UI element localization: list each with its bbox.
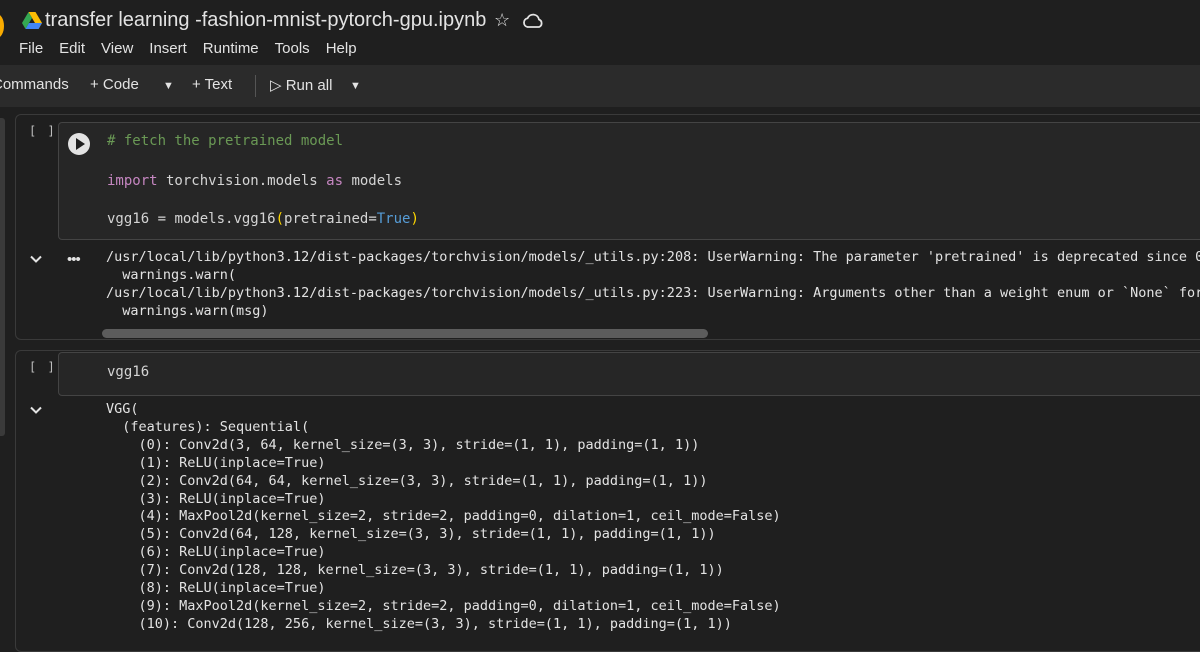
code-editor[interactable]: [58, 352, 1200, 396]
notebook-title[interactable]: transfer learning -fashion-mnist-pytorch…: [45, 9, 486, 32]
code-line-comment: # fetch the pretrained model: [107, 133, 344, 149]
menu-bar: File Edit View Insert Runtime Tools Help: [19, 40, 373, 57]
menu-tools[interactable]: Tools: [275, 40, 310, 57]
run-cell-button[interactable]: [68, 133, 90, 155]
code-line-assign: vgg16 = models.vgg16(pretrained=True): [107, 211, 419, 227]
output-line: VGG(: [106, 401, 139, 417]
menu-edit[interactable]: Edit: [59, 40, 85, 57]
output-line: (5): Conv2d(64, 128, kernel_size=(3, 3),…: [106, 526, 716, 543]
star-outline-icon[interactable]: ☆: [494, 10, 510, 31]
execution-count: [ ]: [29, 124, 57, 138]
output-line: warnings.warn(: [106, 267, 237, 283]
collapse-output-chevron-icon[interactable]: [29, 403, 43, 417]
output-line: (0): Conv2d(3, 64, kernel_size=(3, 3), s…: [106, 436, 700, 453]
execution-count: [ ]: [29, 360, 57, 374]
menu-view[interactable]: View: [101, 40, 133, 57]
commands-button[interactable]: Commands: [0, 76, 69, 93]
code-dropdown-chevron-icon[interactable]: ▼: [163, 80, 174, 92]
output-line: (6): ReLU(inplace=True): [106, 544, 326, 561]
output-line: (2): Conv2d(64, 64, kernel_size=(3, 3), …: [106, 472, 708, 489]
toolbar-divider: [255, 75, 256, 97]
menu-file[interactable]: File: [19, 40, 43, 57]
colab-logo[interactable]: [0, 14, 4, 38]
menu-runtime[interactable]: Runtime: [203, 40, 259, 57]
collapse-output-chevron-icon[interactable]: [29, 252, 43, 266]
output-line: (features): Sequential(: [106, 418, 310, 435]
output-line: (9): MaxPool2d(kernel_size=2, stride=2, …: [106, 597, 781, 614]
menu-insert[interactable]: Insert: [149, 40, 187, 57]
code-line-import: import torchvision.models as models: [107, 173, 403, 189]
menu-help[interactable]: Help: [326, 40, 357, 57]
add-code-button[interactable]: + Code: [90, 76, 139, 93]
output-line: (1): ReLU(inplace=True): [106, 454, 326, 471]
run-all-dropdown-chevron-icon[interactable]: ▼: [350, 80, 361, 92]
add-text-button[interactable]: + Text: [192, 76, 232, 93]
google-drive-icon: [22, 12, 42, 29]
output-horizontal-scrollbar[interactable]: [102, 329, 708, 338]
output-actions-more-icon[interactable]: •••: [67, 251, 81, 268]
code-line-vgg16: vgg16: [107, 364, 150, 380]
output-line: (4): MaxPool2d(kernel_size=2, stride=2, …: [106, 508, 781, 525]
notebook-toolbar: Commands + Code ▼ + Text ▷ Run all ▼: [0, 65, 1200, 107]
output-line: warnings.warn(msg): [106, 303, 269, 319]
output-line: /usr/local/lib/python3.12/dist-packages/…: [106, 285, 1200, 301]
output-line: /usr/local/lib/python3.12/dist-packages/…: [106, 249, 1200, 265]
notebook-header: transfer learning -fashion-mnist-pytorch…: [0, 0, 1200, 65]
cloud-icon[interactable]: [522, 12, 544, 30]
run-all-button[interactable]: ▷ Run all: [270, 76, 332, 94]
output-line: (7): Conv2d(128, 128, kernel_size=(3, 3)…: [106, 562, 724, 579]
output-line: (8): ReLU(inplace=True): [106, 580, 326, 596]
left-panel-edge: [0, 118, 5, 436]
output-line: (3): ReLU(inplace=True): [106, 490, 326, 507]
